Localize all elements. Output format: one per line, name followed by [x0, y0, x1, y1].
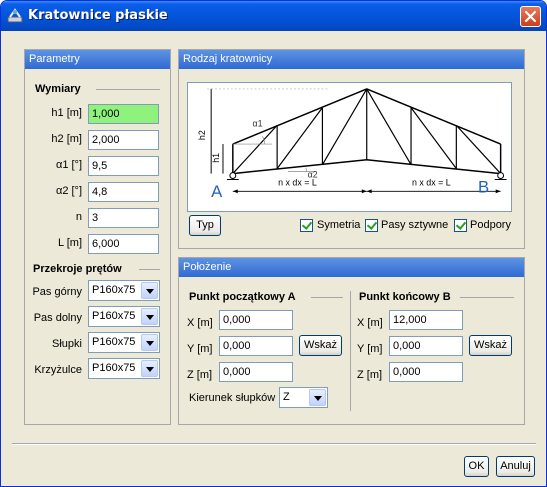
app-icon: [7, 8, 23, 23]
end-y-field[interactable]: 0,000: [389, 336, 463, 356]
h2-label: h2 [m]: [51, 133, 82, 145]
chevron-down-icon[interactable]: [141, 360, 158, 377]
chevron-down-icon[interactable]: [309, 389, 326, 406]
punkt-koncowy-title: Punkt końcowy B: [359, 291, 451, 303]
przekroje-separator: [139, 269, 160, 270]
pasy-sztywne-checkbox[interactable]: [365, 219, 378, 232]
start-y-field[interactable]: 0,000: [219, 336, 293, 356]
punkt-koncowy-separator: [460, 297, 514, 298]
alpha2-label: α2 [°]: [55, 185, 82, 197]
pas-gorny-select[interactable]: P160x75: [88, 280, 160, 301]
bottom-chord: [232, 159, 501, 175]
punkt-poczatkowy-separator: [311, 297, 343, 298]
end-z-label: Z [m]: [357, 369, 383, 381]
alpha2-field[interactable]: 4,8: [88, 182, 159, 202]
alpha1-field[interactable]: 9,5: [88, 156, 159, 176]
end-wskaz-button[interactable]: Wskaż: [469, 335, 512, 356]
parametry-header: Parametry: [25, 50, 170, 69]
typ-button[interactable]: Typ: [189, 215, 221, 236]
alpha1-label: α1 [°]: [55, 159, 82, 171]
h1-label: h1 [m]: [51, 107, 82, 119]
start-y-label: Y [m]: [187, 343, 213, 355]
slupki-value: P160x75: [92, 336, 136, 348]
footer-separator: [12, 443, 536, 445]
start-wskaz-button[interactable]: Wskaż: [299, 335, 342, 356]
kierunek-select[interactable]: Z: [279, 387, 328, 408]
start-z-label: Z [m]: [187, 369, 213, 381]
title-bar[interactable]: Kratownice płaskie: [1, 1, 546, 31]
krzyzulce-select[interactable]: P160x75: [88, 358, 160, 379]
pas-dolny-value: P160x75: [92, 310, 136, 322]
end-z-field[interactable]: 0,000: [389, 362, 463, 382]
truss-diagram: h2 h1 α1 α2 n x dx = L n x dx = L A B: [187, 82, 512, 212]
chevron-down-icon[interactable]: [141, 308, 158, 325]
start-x-label: X [m]: [187, 317, 213, 329]
kierunek-value: Z: [283, 391, 290, 403]
column-divider: [350, 291, 351, 411]
krzyzulce-label: Krzyżulce: [34, 364, 82, 376]
kierunek-label: Kierunek słupków: [189, 392, 276, 404]
dialog-window: Kratownice płaskie Parametry Wymiary h1 …: [0, 0, 547, 487]
chevron-down-icon[interactable]: [141, 282, 158, 299]
rodzaj-header: Rodzaj kratownicy: [179, 50, 524, 69]
n-field[interactable]: 3: [88, 208, 159, 228]
h2-label: h2: [197, 130, 207, 140]
close-icon: [524, 10, 537, 23]
symetria-checkbox[interactable]: [300, 219, 313, 232]
pas-gorny-value: P160x75: [92, 284, 136, 296]
slupki-select[interactable]: P160x75: [88, 332, 160, 353]
end-x-label: X [m]: [357, 317, 383, 329]
end-y-label: Y [m]: [357, 343, 383, 355]
pas-dolny-select[interactable]: P160x75: [88, 306, 160, 327]
l-label: L [m]: [57, 237, 82, 249]
dialog-body: Parametry Wymiary h1 [m] 1,000 h2 [m] 2,…: [4, 31, 543, 484]
window-title: Kratownice płaskie: [28, 8, 168, 23]
h1-label: h1: [211, 153, 221, 163]
n-label: n: [75, 211, 82, 223]
point-a-label: A: [211, 182, 223, 201]
punkt-poczatkowy-title: Punkt początkowy A: [189, 291, 296, 303]
alpha1-label: α1: [253, 118, 263, 128]
ok-button[interactable]: OK: [464, 456, 489, 477]
pasy-sztywne-label[interactable]: Pasy sztywne: [381, 219, 448, 231]
l-field[interactable]: 6,000: [88, 234, 159, 254]
podpory-checkbox[interactable]: [454, 219, 467, 232]
end-x-field[interactable]: 12,000: [389, 310, 463, 330]
podpory-label[interactable]: Podpory: [470, 219, 511, 231]
symetria-label[interactable]: Symetria: [317, 219, 360, 231]
h1-field[interactable]: 1,000: [88, 104, 159, 124]
pas-dolny-label: Pas dolny: [33, 312, 82, 324]
point-b-label: B: [478, 177, 489, 196]
slupki-label: Słupki: [52, 338, 82, 350]
close-button[interactable]: [520, 6, 541, 27]
chevron-down-icon[interactable]: [141, 334, 158, 351]
start-x-field[interactable]: 0,000: [219, 310, 293, 330]
h2-field[interactable]: 2,000: [88, 130, 159, 150]
polozenie-header: Położenie: [179, 258, 524, 277]
span-left-label: n x dx = L: [278, 177, 317, 187]
krzyzulce-value: P160x75: [92, 362, 136, 374]
cancel-button[interactable]: Anuluj: [496, 456, 535, 477]
wymiary-separator: [96, 89, 160, 90]
span-right-label: n x dx = L: [412, 177, 451, 187]
pas-gorny-label: Pas górny: [32, 286, 82, 298]
przekroje-section-title: Przekroje prętów: [33, 263, 122, 275]
start-z-field[interactable]: 0,000: [219, 362, 293, 382]
support-a-icon: [229, 172, 237, 179]
support-b-icon: [497, 172, 505, 179]
wymiary-section-title: Wymiary: [35, 83, 81, 95]
